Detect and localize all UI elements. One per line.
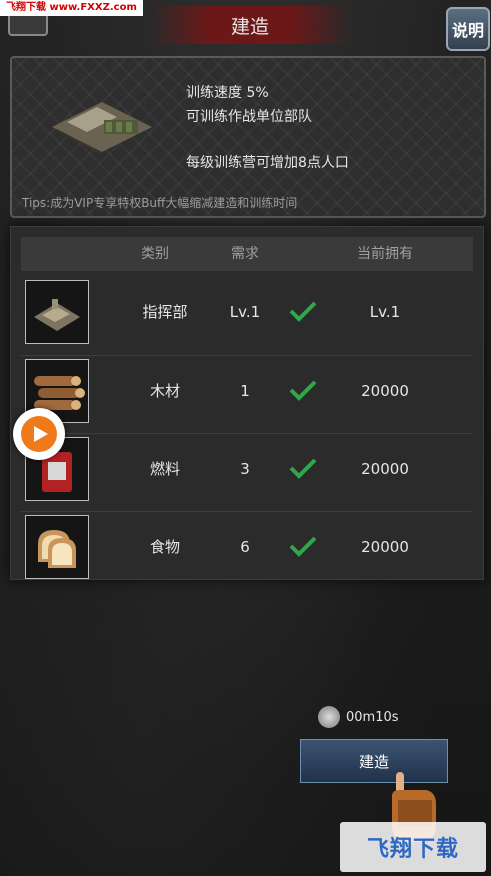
- bread-icon: [25, 515, 89, 579]
- training-speed-text: 训练速度 5%: [186, 85, 269, 101]
- table-header: 类别 需求 当前拥有: [21, 237, 473, 271]
- trainable-units-text: 可训练作战单位部队: [186, 109, 312, 125]
- population-bonus-text: 每级训练营可增加8点人口: [186, 155, 349, 171]
- site-logo-watermark: 飞翔下载: [340, 822, 486, 872]
- row-required: 3: [240, 460, 250, 478]
- vip-tips-text: Tips:成为VIP专享特权Buff大幅缩减建造和训练时间: [22, 196, 298, 210]
- row-name: 指挥部: [142, 303, 188, 321]
- requirements-panel: 类别 需求 当前拥有 指挥部 Lv.1 Lv.1 木材 1 20000 燃料 3…: [10, 226, 484, 580]
- check-icon: [289, 301, 317, 322]
- row-required: Lv.1: [229, 303, 261, 321]
- header-category: 类别: [141, 246, 169, 262]
- timer-text: 00m10s: [346, 709, 399, 725]
- header-owned: 当前拥有: [357, 246, 413, 262]
- training-camp-icon: [52, 102, 152, 155]
- row-required: 6: [240, 538, 250, 556]
- command-hq-icon: [25, 280, 89, 344]
- site-watermark: 飞翔下载 www.FXXZ.com: [0, 0, 143, 16]
- check-icon: [289, 380, 317, 401]
- row-owned: 20000: [361, 538, 409, 556]
- header-requirement: 需求: [231, 246, 259, 262]
- row-owned: Lv.1: [369, 303, 401, 321]
- page-title: 建造: [150, 6, 350, 44]
- help-button[interactable]: 说明: [446, 7, 490, 51]
- row-owned: 20000: [361, 382, 409, 400]
- check-icon: [289, 536, 317, 557]
- table-row: 燃料 3 20000: [21, 433, 473, 504]
- info-panel: 训练速度 5% 可训练作战单位部队 每级训练营可增加8点人口 Tips:成为VI…: [10, 56, 486, 218]
- row-required: 1: [240, 382, 250, 400]
- table-row: 食物 6 20000: [21, 511, 473, 582]
- clock-icon: [318, 706, 340, 728]
- build-timer: 00m10s: [318, 706, 399, 728]
- row-name: 燃料: [149, 460, 180, 478]
- video-play-button[interactable]: [13, 408, 65, 460]
- row-name: 木材: [149, 382, 180, 400]
- play-icon: [21, 416, 57, 452]
- row-owned: 20000: [361, 460, 409, 478]
- row-name: 食物: [149, 538, 180, 556]
- table-row: 木材 1 20000: [21, 355, 473, 426]
- check-icon: [289, 458, 317, 479]
- table-row: 指挥部 Lv.1 Lv.1: [21, 277, 473, 347]
